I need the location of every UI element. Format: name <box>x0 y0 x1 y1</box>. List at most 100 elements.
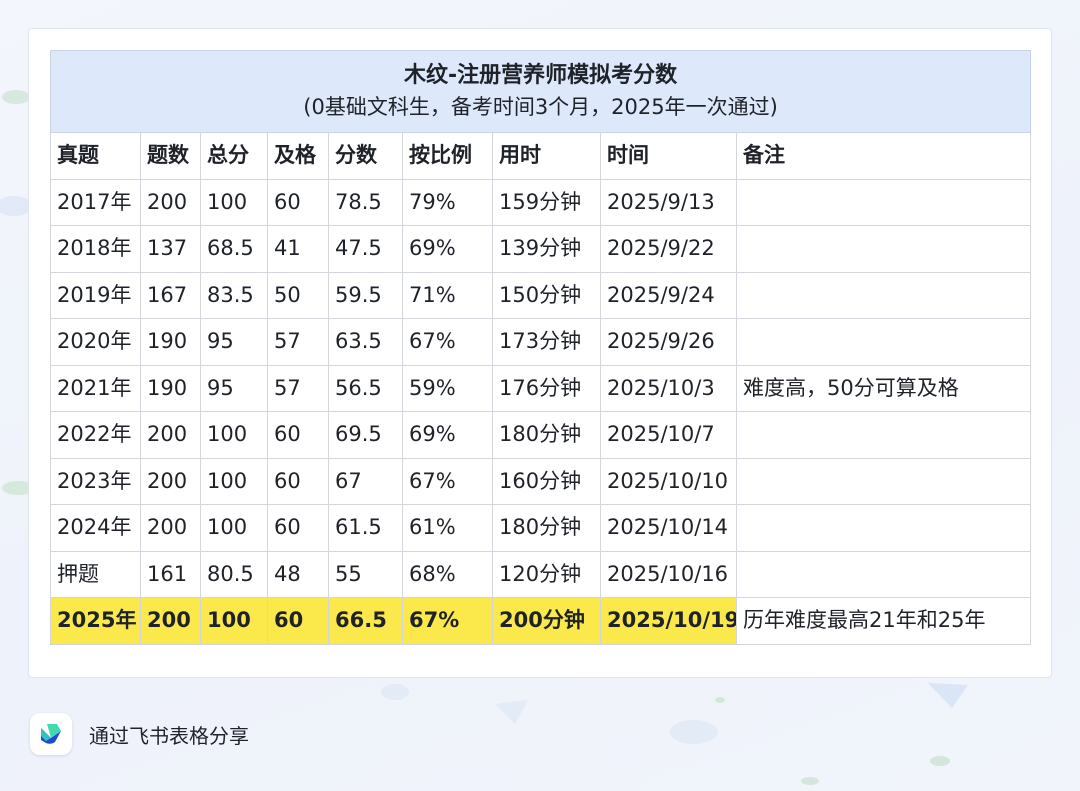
table-cell[interactable]: 190 <box>140 318 201 366</box>
table-cell[interactable]: 67% <box>402 457 493 505</box>
table-cell[interactable]: 60 <box>267 178 329 226</box>
table-cell[interactable] <box>735 318 1032 366</box>
table-cell[interactable]: 55 <box>328 550 403 598</box>
table-cell[interactable]: 2025/10/16 <box>600 550 737 598</box>
table-cell[interactable]: 71% <box>402 271 493 319</box>
table-cell[interactable]: 2023年 <box>50 457 141 505</box>
table-cell[interactable]: 100 <box>200 178 268 226</box>
table-cell[interactable]: 41 <box>267 225 329 273</box>
table-cell[interactable]: 61.5 <box>328 504 403 552</box>
table-cell[interactable]: 200 <box>140 411 201 459</box>
table-cell[interactable]: 2025/10/10 <box>600 457 737 505</box>
table-cell[interactable]: 2025/9/13 <box>600 178 737 226</box>
table-cell[interactable]: 历年难度最高21年和25年 <box>735 597 1032 645</box>
table-cell[interactable]: 200 <box>140 504 201 552</box>
header-cell[interactable]: 按比例 <box>402 132 493 180</box>
table-cell[interactable] <box>735 225 1032 273</box>
table-cell[interactable]: 2022年 <box>50 411 141 459</box>
table-cell[interactable]: 200 <box>140 597 201 645</box>
table-cell[interactable]: 200分钟 <box>492 597 601 645</box>
table-cell[interactable]: 59% <box>402 364 493 412</box>
table-cell[interactable]: 60 <box>267 457 329 505</box>
table-cell[interactable]: 68.5 <box>200 225 268 273</box>
table-cell[interactable]: 2025/9/26 <box>600 318 737 366</box>
table-cell[interactable] <box>735 457 1032 505</box>
table-cell[interactable]: 160分钟 <box>492 457 601 505</box>
header-cell[interactable]: 及格 <box>267 132 329 180</box>
table-cell[interactable] <box>735 178 1032 226</box>
table-cell[interactable]: 2020年 <box>50 318 141 366</box>
table-cell[interactable]: 66.5 <box>328 597 403 645</box>
table-cell[interactable] <box>735 411 1032 459</box>
table-cell[interactable]: 2025/10/19 <box>600 597 737 645</box>
table-cell[interactable]: 69.5 <box>328 411 403 459</box>
table-cell[interactable]: 176分钟 <box>492 364 601 412</box>
table-cell[interactable]: 50 <box>267 271 329 319</box>
table-cell[interactable]: 78.5 <box>328 178 403 226</box>
table-cell[interactable]: 2025/10/14 <box>600 504 737 552</box>
table-cell[interactable]: 68% <box>402 550 493 598</box>
table-cell[interactable]: 80.5 <box>200 550 268 598</box>
header-cell[interactable]: 题数 <box>140 132 201 180</box>
table-cell[interactable]: 173分钟 <box>492 318 601 366</box>
table-cell[interactable]: 2017年 <box>50 178 141 226</box>
header-cell[interactable]: 真题 <box>50 132 141 180</box>
table-cell[interactable]: 67% <box>402 597 493 645</box>
table-cell[interactable]: 57 <box>267 318 329 366</box>
table-cell[interactable]: 2024年 <box>50 504 141 552</box>
table-cell[interactable]: 2018年 <box>50 225 141 273</box>
table-cell[interactable]: 100 <box>200 457 268 505</box>
header-cell[interactable]: 备注 <box>735 132 1032 180</box>
table-cell[interactable]: 2025/10/7 <box>600 411 737 459</box>
table-cell[interactable]: 150分钟 <box>492 271 601 319</box>
table-cell[interactable]: 190 <box>140 364 201 412</box>
table-cell[interactable]: 60 <box>267 504 329 552</box>
table-cell[interactable]: 60 <box>267 411 329 459</box>
table-cell[interactable]: 48 <box>267 550 329 598</box>
table-cell[interactable]: 67 <box>328 457 403 505</box>
header-cell[interactable]: 用时 <box>492 132 601 180</box>
table-cell[interactable]: 180分钟 <box>492 504 601 552</box>
table-cell[interactable]: 2025年 <box>50 597 141 645</box>
table-cell[interactable]: 161 <box>140 550 201 598</box>
table-cell[interactable]: 180分钟 <box>492 411 601 459</box>
table-cell[interactable]: 137 <box>140 225 201 273</box>
table-cell[interactable]: 61% <box>402 504 493 552</box>
table-cell[interactable]: 2025/9/22 <box>600 225 737 273</box>
table-cell[interactable]: 100 <box>200 504 268 552</box>
table-cell[interactable]: 79% <box>402 178 493 226</box>
table-cell[interactable]: 95 <box>200 318 268 366</box>
table-cell[interactable]: 难度高，50分可算及格 <box>735 364 1032 412</box>
header-cell[interactable]: 时间 <box>600 132 737 180</box>
table-cell[interactable]: 57 <box>267 364 329 412</box>
table-cell[interactable]: 95 <box>200 364 268 412</box>
table-cell[interactable]: 167 <box>140 271 201 319</box>
table-cell[interactable] <box>735 550 1032 598</box>
header-cell[interactable]: 总分 <box>200 132 268 180</box>
table-cell[interactable]: 2021年 <box>50 364 141 412</box>
table-cell[interactable]: 63.5 <box>328 318 403 366</box>
table-cell[interactable]: 67% <box>402 318 493 366</box>
table-cell[interactable]: 100 <box>200 597 268 645</box>
table-cell[interactable]: 139分钟 <box>492 225 601 273</box>
table-title-cell[interactable]: 木纹-注册营养师模拟考分数 (0基础文科生，备考时间3个月，2025年一次通过) <box>49 50 1032 133</box>
table-cell[interactable]: 120分钟 <box>492 550 601 598</box>
table-cell[interactable]: 47.5 <box>328 225 403 273</box>
table-cell[interactable]: 押题 <box>50 550 141 598</box>
table-cell[interactable] <box>735 504 1032 552</box>
table-cell[interactable]: 2025/10/3 <box>600 364 737 412</box>
table-cell[interactable]: 200 <box>140 178 201 226</box>
table-cell[interactable]: 100 <box>200 411 268 459</box>
table-cell[interactable]: 56.5 <box>328 364 403 412</box>
table-cell[interactable]: 60 <box>267 597 329 645</box>
table-cell[interactable]: 2025/9/24 <box>600 271 737 319</box>
table-cell[interactable]: 69% <box>402 225 493 273</box>
header-cell[interactable]: 分数 <box>328 132 403 180</box>
table-cell[interactable]: 69% <box>402 411 493 459</box>
table-cell[interactable] <box>735 271 1032 319</box>
table-cell[interactable]: 200 <box>140 457 201 505</box>
table-cell[interactable]: 159分钟 <box>492 178 601 226</box>
table-cell[interactable]: 83.5 <box>200 271 268 319</box>
table-cell[interactable]: 59.5 <box>328 271 403 319</box>
table-cell[interactable]: 2019年 <box>50 271 141 319</box>
